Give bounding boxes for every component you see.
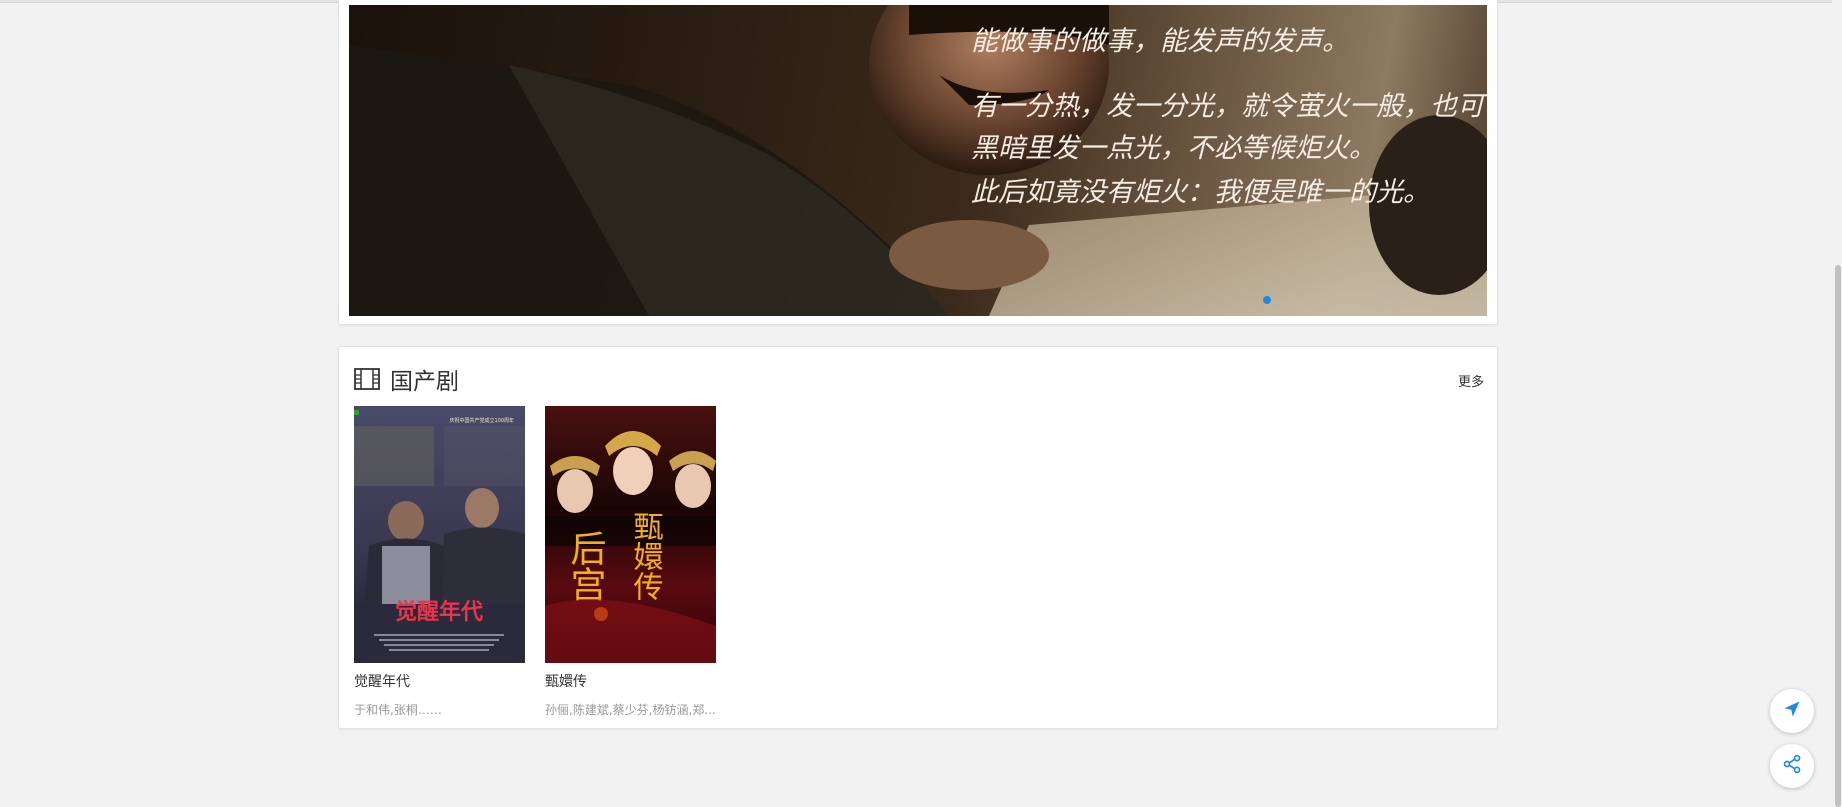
- movie-title[interactable]: 甄嬛传: [545, 671, 716, 691]
- banner-artwork: 能做事的做事，能发声的发声。 有一分热，发一分光，就令萤火一般，也可以在 黑暗里…: [349, 5, 1487, 316]
- section-title: 国产剧: [390, 369, 459, 395]
- calligraphy-line-1: 能做事的做事，能发声的发声。: [971, 26, 1349, 57]
- calligraphy-line-2: 有一分热，发一分光，就令萤火一般，也可以在: [971, 91, 1487, 122]
- movie-title[interactable]: 觉醒年代: [354, 671, 525, 691]
- poster-title-text: 觉醒年代: [395, 599, 483, 625]
- movie-cast: 孙俪,陈建斌,蔡少芬,杨钫涵,郑...: [545, 703, 716, 717]
- poster-badge-text: 庆祝中国共产党成立100周年: [449, 417, 514, 424]
- calligraphy-line-4: 此后如竟没有炬火：我便是唯一的光。: [971, 177, 1430, 208]
- carousel-indicator-dot[interactable]: [1263, 296, 1271, 304]
- movie-list: 觉醒年代 庆祝中国共产党成立100周年 觉醒年代 于和伟,张桐…… 后宫 甄嬛传…: [354, 406, 716, 718]
- movie-card[interactable]: 后宫 甄嬛传 甄嬛传 孙俪,陈建斌,蔡少芬,杨钫涵,郑...: [545, 406, 716, 718]
- calligraphy-line-3: 黑暗里发一点光，不必等候炬火。: [971, 133, 1376, 164]
- banner-carousel[interactable]: 能做事的做事，能发声的发声。 有一分热，发一分光，就令萤火一般，也可以在 黑暗里…: [338, 0, 1498, 325]
- rocket-icon: [1783, 700, 1801, 722]
- movie-poster[interactable]: 觉醒年代 庆祝中国共产党成立100周年: [354, 406, 525, 663]
- drama-section: 国产剧 更多 觉醒年代 庆祝中国共产党成立100周年 觉醒年代 于和伟,张桐………: [338, 346, 1498, 729]
- movie-cast: 于和伟,张桐……: [354, 703, 442, 717]
- poster-title-right: 甄嬛传: [628, 511, 664, 601]
- film-icon: [354, 368, 380, 390]
- section-header: 国产剧: [354, 365, 459, 395]
- share-button[interactable]: [1770, 744, 1814, 788]
- more-link[interactable]: 更多: [1458, 371, 1484, 390]
- movie-poster[interactable]: 后宫 甄嬛传: [545, 406, 716, 663]
- scrollbar-thumb[interactable]: [1835, 265, 1841, 807]
- share-icon: [1782, 754, 1802, 778]
- banner-image[interactable]: 能做事的做事，能发声的发声。 有一分热，发一分光，就令萤火一般，也可以在 黑暗里…: [349, 5, 1487, 316]
- scroll-top-button[interactable]: [1770, 689, 1814, 733]
- movie-card[interactable]: 觉醒年代 庆祝中国共产党成立100周年 觉醒年代 于和伟,张桐……: [354, 406, 525, 718]
- poster-title-left: 后宫: [565, 530, 606, 602]
